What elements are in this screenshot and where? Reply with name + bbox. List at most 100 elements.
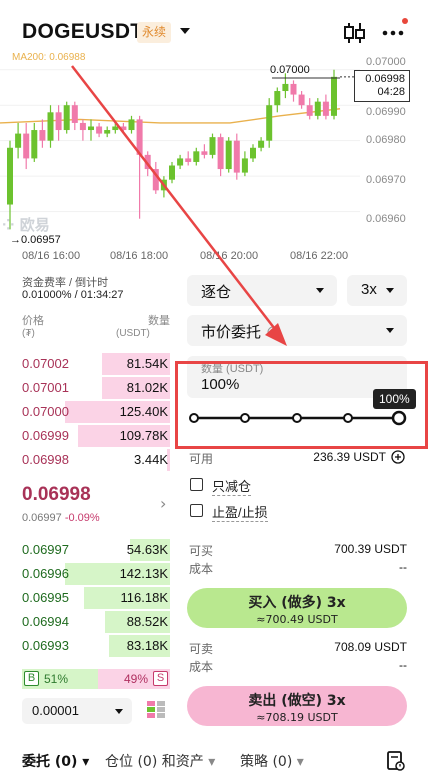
low-marker-value: 0.06957 [21,234,61,246]
row-qty: 83.18K [126,638,168,653]
order-type-select[interactable]: 市价委托 [187,315,407,346]
plus-circle-icon[interactable] [391,450,405,464]
info-icon[interactable] [267,326,279,338]
candle-body [71,105,78,123]
ask-row[interactable]: 0.07000 125.40K [22,401,170,423]
pair-title[interactable]: DOGEUSDT [22,20,143,44]
watermark-text: 欧易 [19,216,50,234]
can-buy-value: 700.39 USDT [334,542,407,556]
bid-row[interactable]: 0.06994 88.52K [22,611,170,633]
current-price-box: 0.06998 04:28 [354,70,410,102]
candle-body [96,126,103,134]
buy-button-label: 买入 (做多) 3x [248,595,346,611]
bid-row[interactable]: 0.06996 142.13K [22,563,170,585]
sell-short-button[interactable]: 卖出 (做空) 3x ≈708.19 USDT [187,686,407,726]
tab-positions[interactable]: 仓位 (0) 和资产 ▾ [105,751,215,771]
margin-mode-select[interactable]: 逐仓 [187,275,337,306]
buy-long-button[interactable]: 买入 (做多) 3x ≈700.49 USDT [187,588,407,628]
chevron-down-icon [316,288,324,293]
qty-unit[interactable]: (USDT) [116,328,150,339]
mark-price-line: 0.06997 -0.09% [22,512,100,524]
candle-body [233,140,240,173]
candle-body [128,119,135,131]
row-price: 0.07001 [22,380,69,395]
row-qty: 54.63K [126,542,168,557]
ask-row[interactable]: 0.06998 3.44K [22,449,170,471]
reduce-only-checkbox[interactable] [190,478,203,491]
candle-body [290,83,297,95]
tp-sl-label[interactable]: 止盈/止损 [212,502,268,522]
candle-body [266,105,273,141]
candle-body [298,94,305,106]
candle-body [201,151,208,155]
funding-label: 资金费率 / 倒计时 [22,277,109,289]
high-marker: 0.07000 [270,64,310,76]
buy-ratio-badge: B [24,671,39,686]
contract-type-badge: 永续 [137,22,172,43]
sell-button-amount: ≈708.19 USDT [256,711,338,724]
reduce-only-label[interactable]: 只减仓 [212,476,252,496]
candle-body [274,91,281,106]
candlestick-icon[interactable] [342,21,366,45]
chevron-down-icon[interactable] [178,26,192,36]
tab-orders[interactable]: 委托 (0) ▾ [22,751,89,771]
tab-strategy[interactable]: 策略 (0) ▾ [240,751,304,771]
precision-select[interactable]: 0.00001 [22,698,132,724]
row-price: 0.06997 [22,542,69,557]
tp-sl-checkbox[interactable] [190,504,203,517]
candle-body [152,169,159,191]
row-price: 0.06999 [22,428,69,443]
x-tick: 08/16 22:00 [290,250,349,262]
highlight-box [175,361,428,449]
candle-body [185,158,192,162]
row-price: 0.06998 [22,452,69,467]
candle-body [209,137,216,155]
margin-mode-value: 逐仓 [201,284,232,301]
bottom-tabs: 委托 (0) ▾ 仓位 (0) 和资产 ▾ 策略 (0) ▾ [0,745,430,776]
funding-value: 0.01000% / 01:34:27 [22,289,124,301]
candle-body [225,140,232,170]
leverage-select[interactable]: 3x [347,275,407,306]
history-icon[interactable] [387,751,405,771]
row-price: 0.06993 [22,638,69,653]
tab-positions-label: 仓位 (0) 和资产 [105,754,204,770]
candle-body [258,140,265,148]
orderbook-layout-icon[interactable] [146,700,166,720]
candle-body [23,133,30,159]
row-qty: 142.13K [119,566,168,581]
cost-value: -- [399,560,407,574]
candle-body [15,133,22,148]
chevron-down-icon [115,709,123,714]
row-qty: 116.18K [120,590,168,605]
candle-body [7,147,13,205]
candle-body [88,126,94,131]
candle-body [314,101,321,116]
cost-value: -- [399,658,407,672]
price-change: -0.09% [64,512,100,524]
candle-body [39,130,46,141]
x-tick: 08/16 18:00 [110,250,169,262]
row-price: 0.06996 [22,566,69,581]
available-label: 可用 [189,452,214,466]
y-tick: 0.06980 [366,134,406,146]
row-price: 0.07002 [22,356,69,371]
more-icon[interactable] [380,16,410,46]
candlestick-chart[interactable]: MA200: 0.06988 0.07000 0.06990 0.06980 0… [0,50,430,268]
row-qty: 88.52K [126,614,168,629]
candle-body [322,101,329,116]
order-type-value: 市价委托 [201,324,262,341]
buy-button-amount: ≈700.49 USDT [256,613,338,626]
price-unit: (₮) [22,328,35,339]
x-tick: 08/16 16:00 [22,250,81,262]
cost-label: 成本 [189,660,214,674]
bid-row[interactable]: 0.06997 54.63K [22,539,170,561]
buy-ratio-value: 51% [44,672,69,686]
ask-row[interactable]: 0.07002 81.54K [22,353,170,375]
bid-row[interactable]: 0.06995 116.18K [22,587,170,609]
row-qty: 109.78K [119,428,168,443]
current-price: 0.06998 [365,73,405,85]
ask-row[interactable]: 0.07001 81.02K [22,377,170,399]
chevron-right-icon[interactable]: › [160,494,166,513]
bid-row[interactable]: 0.06993 83.18K [22,635,170,657]
ask-row[interactable]: 0.06999 109.78K [22,425,170,447]
